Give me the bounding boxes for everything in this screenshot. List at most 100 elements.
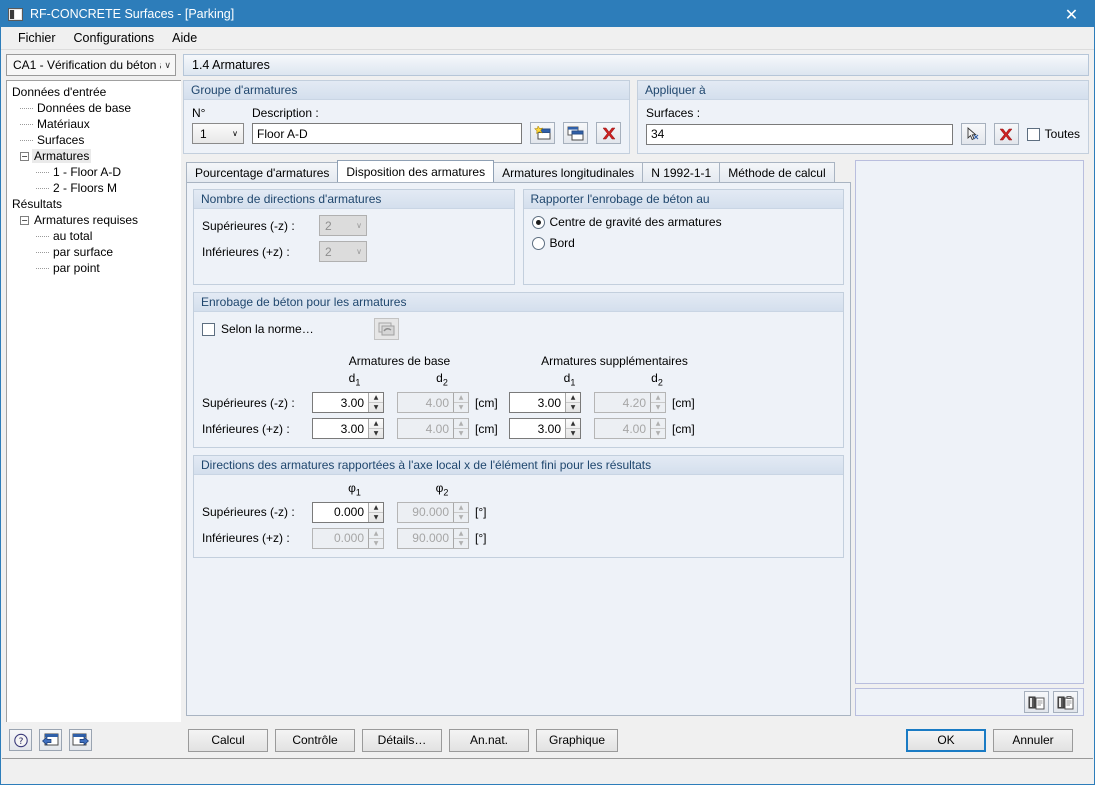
spinner-icon[interactable]: ▲ ▼ bbox=[368, 393, 383, 413]
col-base-d2: d2 bbox=[436, 371, 448, 388]
title-bar: RF-CONCRETE Surfaces - [Parking] ✕ bbox=[1, 1, 1094, 27]
tree-item-label: 2 - Floors M bbox=[53, 181, 118, 195]
tab-methode-de-calcul[interactable]: Méthode de calcul bbox=[719, 162, 835, 182]
reinforcement-group-title: Groupe d'armatures bbox=[184, 81, 629, 100]
directions-count-row: Inférieures (+z) : 2 ∨ bbox=[202, 241, 506, 262]
tree-item-resultats[interactable]: Résultats bbox=[10, 196, 181, 212]
tab-armatures-longitudinales[interactable]: Armatures longitudinales bbox=[493, 162, 644, 182]
collapse-icon[interactable]: − bbox=[20, 151, 29, 161]
page-title: 1.4 Armatures bbox=[183, 54, 1089, 76]
pick-surfaces-icon[interactable] bbox=[960, 123, 986, 145]
row-label: Supérieures (-z) : bbox=[202, 505, 295, 520]
tree-item-surfaces[interactable]: Surfaces bbox=[10, 132, 181, 148]
radio-icon[interactable] bbox=[531, 215, 545, 229]
surfaces-value: 34 bbox=[651, 127, 665, 141]
tab-n-1992-1-1[interactable]: N 1992-1-1 bbox=[642, 162, 721, 182]
tree-item-par-surface[interactable]: par surface bbox=[10, 244, 181, 260]
preview-canvas[interactable] bbox=[855, 160, 1084, 684]
copy-group-icon[interactable] bbox=[563, 122, 588, 144]
collapse-icon[interactable]: − bbox=[20, 215, 29, 225]
calcul-button[interactable]: Calcul bbox=[188, 728, 268, 752]
new-group-icon[interactable] bbox=[530, 122, 555, 144]
lower-add-d1-input[interactable]: 3.00 ▲ ▼ bbox=[509, 418, 581, 440]
spinner-icon[interactable]: ▲ ▼ bbox=[368, 419, 383, 439]
tree-line bbox=[36, 251, 49, 253]
spinner-icon: ▲ ▼ bbox=[453, 528, 468, 548]
print-clipboard-icon[interactable] bbox=[1053, 691, 1078, 713]
all-surfaces-label: Toutes bbox=[1044, 127, 1080, 141]
an-nat-button[interactable]: An.nat. bbox=[449, 728, 529, 752]
chevron-down-icon: ∨ bbox=[232, 129, 238, 138]
upper-phi2-input: 90.000 ▲ ▼ bbox=[397, 501, 469, 523]
tree-item-donnees-de-base[interactable]: Données de base bbox=[10, 100, 181, 116]
menu-item-aide[interactable]: Aide bbox=[163, 28, 206, 48]
upper-add-d1-input[interactable]: 3.00 ▲ ▼ bbox=[509, 392, 581, 414]
spinner-icon[interactable]: ▲ ▼ bbox=[368, 502, 383, 522]
tree-item-armatures[interactable]: − Armatures bbox=[10, 148, 181, 164]
delete-group-icon[interactable] bbox=[596, 122, 621, 144]
directions-count-row: Supérieures (-z) : 2 ∨ bbox=[202, 215, 506, 236]
menu-item-fichier[interactable]: Fichier bbox=[9, 28, 65, 48]
navigation-tree[interactable]: Données d'entrée Données de base Matéria… bbox=[6, 80, 181, 722]
analysis-case-value: CA1 - Vérification du béton arm bbox=[13, 58, 161, 72]
previous-icon[interactable] bbox=[39, 729, 62, 751]
checkbox-icon[interactable] bbox=[1026, 127, 1040, 141]
standard-checkbox[interactable]: Selon la norme… bbox=[202, 322, 314, 336]
group-number-select[interactable]: 1 ∨ bbox=[192, 123, 244, 144]
cancel-button[interactable]: Annuler bbox=[993, 728, 1073, 752]
checkbox-icon[interactable] bbox=[202, 322, 215, 336]
tree-item-floor-a-d[interactable]: 1 - Floor A-D bbox=[10, 164, 181, 180]
tab-pourcentage-darmatures[interactable]: Pourcentage d'armatures bbox=[186, 162, 339, 182]
surfaces-input[interactable]: 34 bbox=[646, 123, 953, 145]
directions-count-panel: Nombre de directions d'armatures Supérie… bbox=[193, 189, 515, 285]
row-label: Inférieures (+z) : bbox=[202, 421, 290, 436]
graphique-button[interactable]: Graphique bbox=[536, 728, 619, 752]
top-panels: Groupe d'armatures N° 1 ∨ Description: … bbox=[181, 80, 1094, 154]
tree-item-donnees-dentree[interactable]: Données d'entrée bbox=[10, 84, 181, 100]
tree-item-floors-m[interactable]: 2 - Floors M bbox=[10, 180, 181, 196]
description-value: Floor A-D bbox=[257, 126, 308, 141]
copy-to-clipboard-icon[interactable] bbox=[1024, 691, 1049, 713]
group-number-value: 1 bbox=[200, 126, 207, 141]
next-icon[interactable] bbox=[69, 729, 92, 751]
spinner-icon[interactable]: ▲ ▼ bbox=[565, 393, 580, 413]
help-icon[interactable]: ? bbox=[9, 729, 32, 751]
details-button[interactable]: Détails… bbox=[362, 728, 442, 752]
radio-option-bord[interactable]: Bord bbox=[531, 236, 836, 250]
tree-line bbox=[36, 235, 49, 237]
tree-item-au-total[interactable]: au total bbox=[10, 228, 181, 244]
ok-button[interactable]: OK bbox=[906, 728, 986, 752]
directions-title: Directions des armatures rapportées à l'… bbox=[194, 456, 843, 476]
upper-base-d1-input[interactable]: 3.00 ▲ ▼ bbox=[312, 392, 384, 414]
main-content: 1.4 Armatures Groupe d'armatures N° 1 ∨ bbox=[181, 50, 1094, 722]
lower-base-d1-input[interactable]: 3.00 ▲ ▼ bbox=[312, 418, 384, 440]
chevron-down-icon: ∨ bbox=[356, 221, 362, 230]
upper-base-d2-input: 4.00 ▲ ▼ bbox=[397, 392, 469, 414]
row-label: Supérieures (-z) : bbox=[202, 218, 295, 233]
tab-label: Disposition des armatures bbox=[346, 164, 486, 179]
tree-item-materiaux[interactable]: Matériaux bbox=[10, 116, 181, 132]
surfaces-label: Surfaces : bbox=[646, 106, 701, 120]
tree-item-par-point[interactable]: par point bbox=[10, 260, 181, 276]
lower-directions-value: 2 bbox=[325, 244, 332, 259]
description-input[interactable]: Floor A-D bbox=[252, 123, 522, 144]
spinner-icon[interactable]: ▲ ▼ bbox=[565, 419, 580, 439]
tree-line bbox=[36, 267, 49, 269]
radio-option-centre-de-gravite[interactable]: Centre de gravité des armatures bbox=[531, 215, 836, 229]
preview-column bbox=[851, 160, 1089, 716]
directions-row-lower: Inférieures (+z) : 0.000 ▲ ▼ 90.000 ▲ ▼ [°] bbox=[202, 527, 835, 549]
lower-phi1-input: 0.000 ▲ ▼ bbox=[312, 527, 384, 549]
concrete-cover-panel: Enrobage de béton pour les armatures Sel… bbox=[193, 292, 844, 449]
radio-label: Bord bbox=[549, 236, 575, 250]
controle-button[interactable]: Contrôle bbox=[275, 728, 355, 752]
close-icon[interactable]: ✕ bbox=[1049, 1, 1094, 27]
radio-icon[interactable] bbox=[531, 236, 545, 250]
tab-disposition-des-armatures[interactable]: Disposition des armatures bbox=[337, 160, 495, 182]
menu-item-configurations[interactable]: Configurations bbox=[65, 28, 164, 48]
all-surfaces-checkbox[interactable]: Toutes bbox=[1026, 127, 1080, 141]
upper-phi1-input[interactable]: 0.000 ▲ ▼ bbox=[312, 501, 384, 523]
tree-item-armatures-requises[interactable]: − Armatures requises bbox=[10, 212, 181, 228]
tree-item-label: 1 - Floor A-D bbox=[53, 165, 122, 179]
analysis-case-combo[interactable]: CA1 - Vérification du béton arm ∨ bbox=[6, 54, 176, 76]
clear-surfaces-icon[interactable] bbox=[993, 123, 1019, 145]
